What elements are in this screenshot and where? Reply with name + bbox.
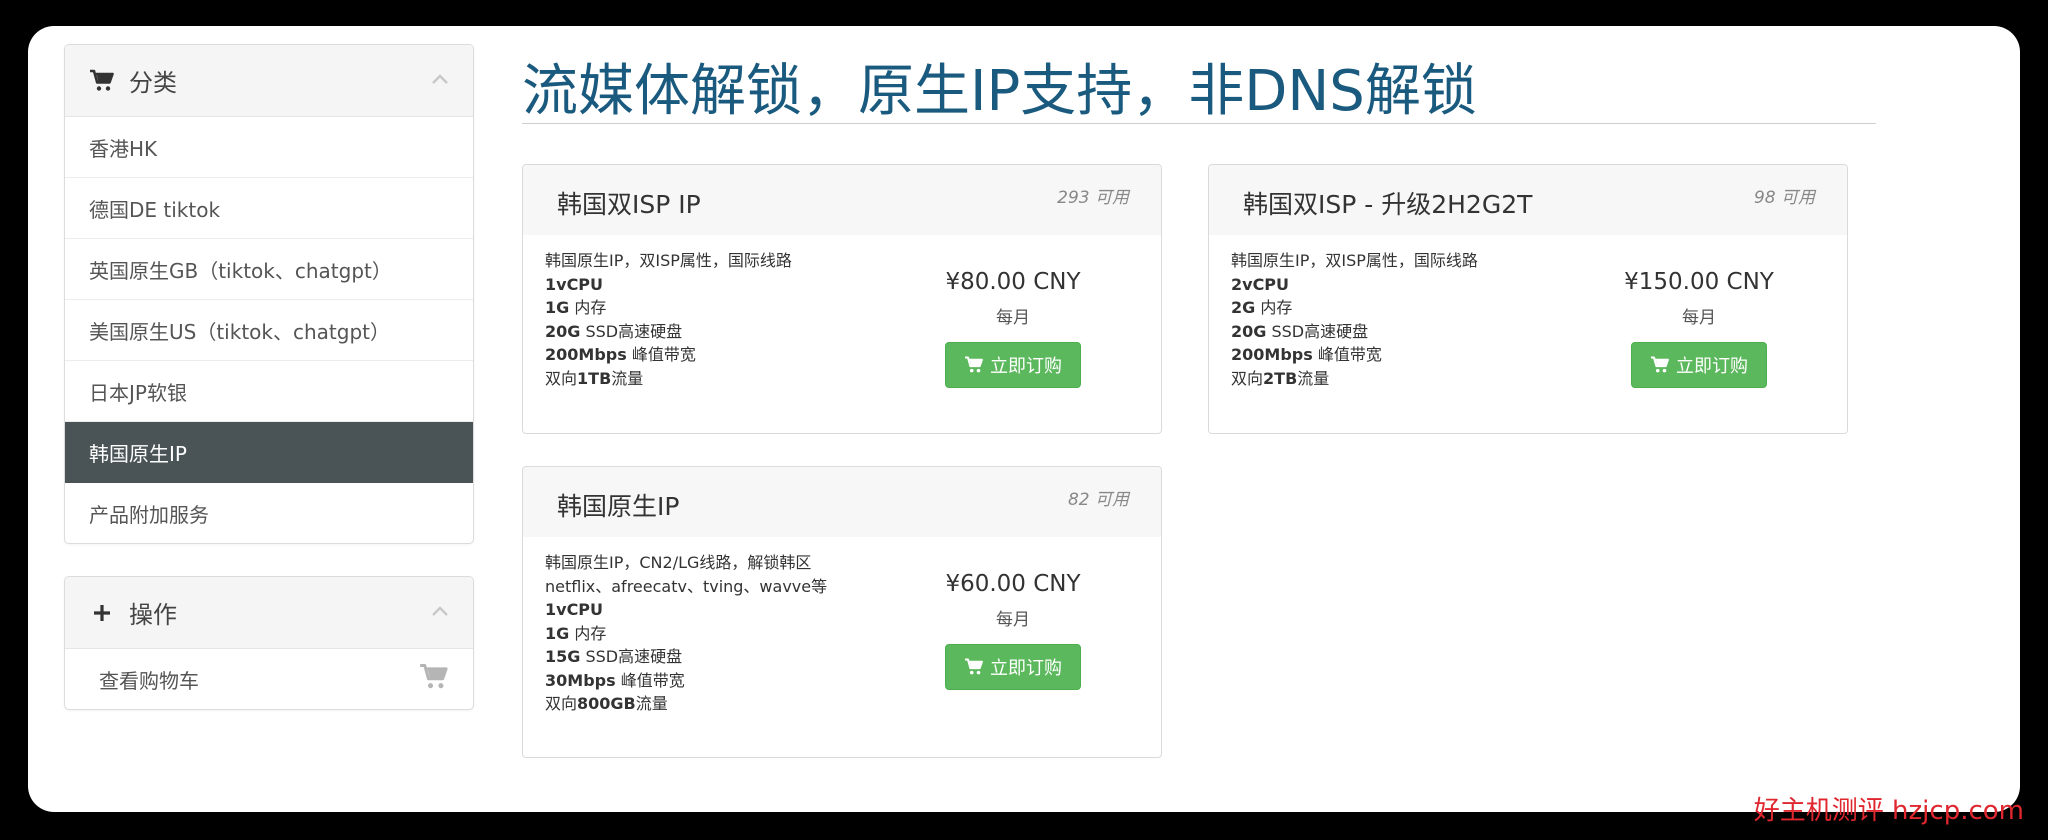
spec-disk-label: SSD高速硬盘	[580, 647, 683, 666]
product-description: 韩国原生IP，CN2/LG线路，解锁韩区	[545, 553, 812, 572]
spec-traffic-value: 800GB	[577, 694, 636, 713]
spec-disk-value: 15G	[545, 647, 581, 666]
chevron-up-icon[interactable]	[431, 603, 449, 621]
app-window: 分类 香港HK 德国DE tiktok 英国原生GB（tiktok、chatgp…	[28, 26, 2020, 812]
watermark: 好主机测评 hzjcp.com	[1753, 796, 2024, 826]
spec-bandwidth-value: 200Mbps	[1231, 345, 1313, 364]
spec-ram-value: 1G	[545, 623, 570, 643]
spec-traffic-value: 2TB	[1263, 368, 1298, 388]
product-name: 韩国原生IP	[557, 492, 680, 521]
spec-disk-value: 20G	[545, 321, 581, 341]
spec-disk-label: SSD高速硬盘	[580, 321, 683, 341]
spec-cpu: 1vCPU	[545, 600, 604, 619]
category-item[interactable]: 日本JP软银	[65, 361, 473, 422]
spec-bandwidth-label: 峰值带宽	[615, 670, 685, 690]
shopping-cart-icon	[419, 663, 449, 696]
product-specs: 韩国原生IP，双ISP属性，国际线路 1vCPU 1G 内存 20G SSD高速…	[545, 249, 905, 390]
shopping-cart-icon	[1651, 356, 1669, 373]
product-card-header: 韩国双ISP IP 293 可用	[523, 165, 1161, 235]
spec-disk-value: 20G	[1231, 321, 1267, 341]
product-availability: 98 可用	[1753, 188, 1815, 208]
category-item[interactable]: 德国DE tiktok	[65, 178, 473, 239]
spec-bandwidth-label: 峰值带宽	[626, 345, 696, 364]
product-price: ¥60.00 CNY	[945, 571, 1081, 597]
order-now-label: 立即订购	[990, 658, 1062, 679]
order-now-button[interactable]: 立即订购	[945, 342, 1081, 388]
categories-header[interactable]: 分类	[65, 45, 473, 117]
spec-disk-label: SSD高速硬盘	[1266, 321, 1369, 341]
product-card: 韩国双ISP - 升级2H2G2T 98 可用 韩国原生IP，双ISP属性，国际…	[1208, 164, 1848, 434]
product-availability: 293 可用	[1057, 188, 1129, 208]
spec-ram-label: 内存	[569, 623, 607, 643]
view-cart-link[interactable]: 查看购物车	[65, 649, 473, 709]
price-box: ¥150.00 CNY 每月 立即订购	[1599, 269, 1799, 388]
category-item[interactable]: 香港HK	[65, 117, 473, 178]
spec-ram-value: 2G	[1231, 298, 1256, 317]
shopping-cart-icon	[965, 356, 983, 373]
categories-panel: 分类 香港HK 德国DE tiktok 英国原生GB（tiktok、chatgp…	[64, 44, 474, 544]
product-availability: 82 可用	[1067, 490, 1129, 510]
chevron-up-icon[interactable]	[431, 71, 449, 89]
product-card: 韩国双ISP IP 293 可用 韩国原生IP，双ISP属性，国际线路 1vCP…	[522, 164, 1162, 434]
product-card: 韩国原生IP 82 可用 韩国原生IP，CN2/LG线路，解锁韩区 netfli…	[522, 466, 1162, 758]
product-description: 韩国原生IP，双ISP属性，国际线路	[545, 251, 792, 270]
spec-cpu: 1vCPU	[545, 274, 604, 294]
product-card-header: 韩国双ISP - 升级2H2G2T 98 可用	[1209, 165, 1847, 235]
category-item[interactable]: 产品附加服务	[65, 483, 473, 543]
spec-traffic-value: 1TB	[577, 368, 612, 388]
actions-panel: 操作 查看购物车	[64, 576, 474, 710]
shopping-cart-icon	[965, 658, 983, 675]
order-now-label: 立即订购	[990, 356, 1062, 377]
order-now-button[interactable]: 立即订购	[1631, 342, 1767, 388]
product-description-line2: netflix、afreecatv、tving、wavve等	[545, 576, 828, 596]
page-title: 流媒体解锁，原生IP支持，非DNS解锁	[522, 59, 1477, 124]
spec-traffic-prefix: 双向	[545, 694, 578, 713]
order-now-label: 立即订购	[1676, 356, 1748, 377]
spec-traffic-prefix: 双向	[545, 368, 578, 388]
view-cart-label: 查看购物车	[99, 668, 199, 693]
product-name: 韩国双ISP - 升级2H2G2T	[1243, 190, 1533, 219]
spec-cpu: 2vCPU	[1231, 274, 1290, 294]
billing-period: 每月	[1682, 308, 1716, 328]
plus-icon	[89, 600, 115, 626]
product-description: 韩国原生IP，双ISP属性，国际线路	[1231, 251, 1478, 270]
spec-ram-value: 1G	[545, 298, 570, 317]
spec-traffic-prefix: 双向	[1231, 368, 1264, 388]
title-divider	[522, 123, 1876, 124]
spec-bandwidth-value: 30Mbps	[545, 670, 616, 690]
spec-bandwidth-value: 200Mbps	[545, 345, 627, 364]
product-card-header: 韩国原生IP 82 可用	[523, 467, 1161, 537]
product-price: ¥80.00 CNY	[945, 269, 1081, 295]
spec-bandwidth-label: 峰值带宽	[1312, 345, 1382, 364]
spec-traffic-suffix: 流量	[635, 694, 668, 713]
categories-title: 分类	[129, 69, 177, 97]
shopping-cart-icon	[89, 68, 115, 94]
spec-traffic-suffix: 流量	[1297, 368, 1330, 388]
category-item-active[interactable]: 韩国原生IP	[65, 422, 473, 483]
product-name: 韩国双ISP IP	[557, 190, 701, 219]
order-now-button[interactable]: 立即订购	[945, 644, 1081, 690]
actions-title: 操作	[129, 601, 177, 629]
product-specs: 韩国原生IP，双ISP属性，国际线路 2vCPU 2G 内存 20G SSD高速…	[1231, 249, 1591, 390]
spec-ram-label: 内存	[1255, 298, 1293, 317]
category-item[interactable]: 美国原生US（tiktok、chatgpt）	[65, 300, 473, 361]
price-box: ¥80.00 CNY 每月 立即订购	[913, 269, 1113, 388]
actions-header[interactable]: 操作	[65, 577, 473, 649]
billing-period: 每月	[996, 308, 1030, 328]
spec-traffic-suffix: 流量	[611, 368, 644, 388]
billing-period: 每月	[996, 610, 1030, 630]
spec-ram-label: 内存	[569, 298, 607, 317]
category-item[interactable]: 英国原生GB（tiktok、chatgpt）	[65, 239, 473, 300]
product-price: ¥150.00 CNY	[1624, 269, 1774, 295]
price-box: ¥60.00 CNY 每月 立即订购	[913, 571, 1113, 690]
product-specs: 韩国原生IP，CN2/LG线路，解锁韩区 netflix、afreecatv、t…	[545, 551, 905, 716]
